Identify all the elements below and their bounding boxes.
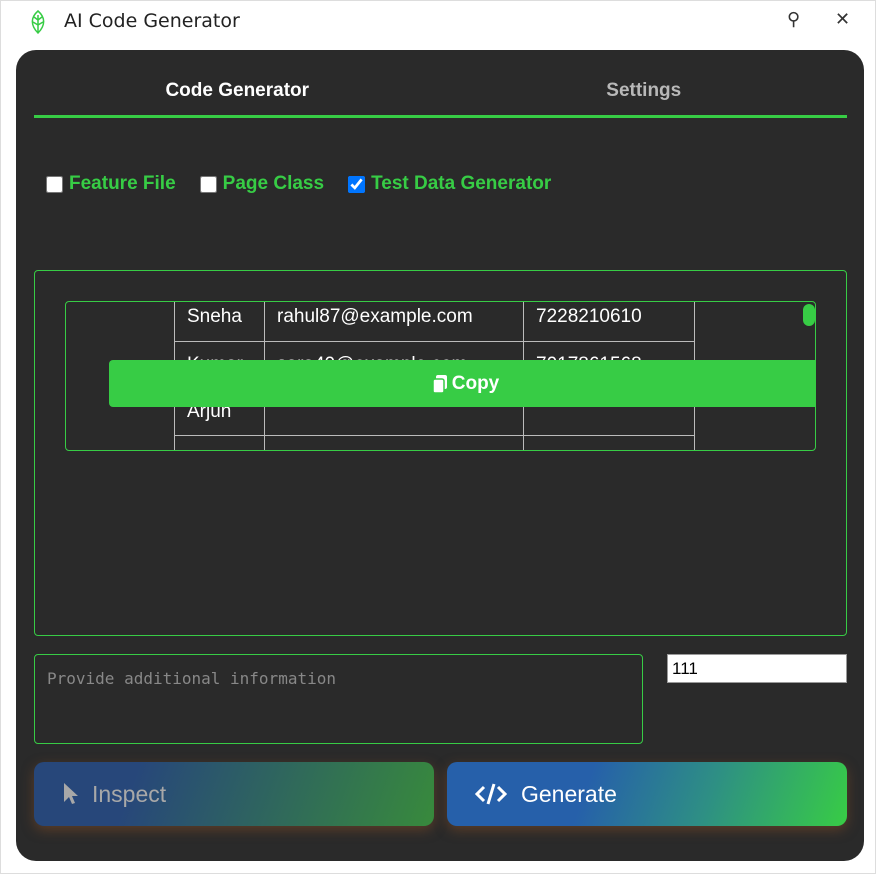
option-test-data-generator[interactable]: Test Data Generator <box>348 173 551 195</box>
table-cell: Sneha <box>174 302 265 342</box>
window-title: AI Code Generator <box>64 10 240 32</box>
table-cell: 7229352755 <box>523 435 695 450</box>
title-bar: AI Code Generator ⚲ ✕ <box>1 1 876 41</box>
unpin-icon[interactable]: ⚲ <box>787 9 800 30</box>
table-cell: kumar23@example.com <box>264 435 524 450</box>
generate-label: Generate <box>521 780 617 807</box>
main-panel: Code Generator Settings Feature File Pag… <box>16 50 864 861</box>
generated-data-scroll[interactable]: Sneharahul87@example.com7228210610Kumars… <box>65 301 816 451</box>
code-icon <box>475 783 507 805</box>
copy-label: Copy <box>451 372 500 394</box>
inspect-button[interactable]: Inspect <box>34 762 434 826</box>
option-page-class[interactable]: Page Class <box>199 173 325 195</box>
close-icon[interactable]: ✕ <box>835 9 850 30</box>
page-class-label: Page Class <box>222 173 325 194</box>
tab-settings[interactable]: Settings <box>441 71 848 115</box>
table-row: Sneha rahul87@example.com 7228210610 <box>174 302 695 342</box>
test-data-generator-checkbox[interactable] <box>348 175 366 193</box>
feature-file-label: Feature File <box>69 173 176 194</box>
page-class-checkbox[interactable] <box>199 175 217 193</box>
leaf-logo-icon <box>31 10 45 34</box>
tab-bar: Code Generator Settings <box>34 71 847 118</box>
copy-button[interactable]: Copy <box>109 360 815 407</box>
copy-icon <box>432 374 447 394</box>
output-area: Sneharahul87@example.com7228210610Kumars… <box>34 270 847 636</box>
table-cell: rahul87@example.com <box>264 302 524 342</box>
option-feature-file[interactable]: Feature File <box>46 173 176 195</box>
table-cell: 7228210610 <box>523 302 695 342</box>
table-row: Kumarkumar23@example.com7229352755 <box>174 435 695 450</box>
count-input[interactable] <box>667 654 847 683</box>
tab-code-generator[interactable]: Code Generator <box>34 71 441 115</box>
test-data-generator-label: Test Data Generator <box>371 173 552 194</box>
generate-button[interactable]: Generate <box>447 762 847 826</box>
scrollbar-thumb[interactable] <box>803 304 815 326</box>
inspect-label: Inspect <box>92 780 167 807</box>
additional-info-input[interactable] <box>34 654 643 744</box>
feature-file-checkbox[interactable] <box>46 175 63 193</box>
table-cell: Kumar <box>174 435 265 450</box>
cursor-icon <box>64 783 78 804</box>
option-checkboxes: Feature File Page Class Test Data Genera… <box>46 173 551 195</box>
